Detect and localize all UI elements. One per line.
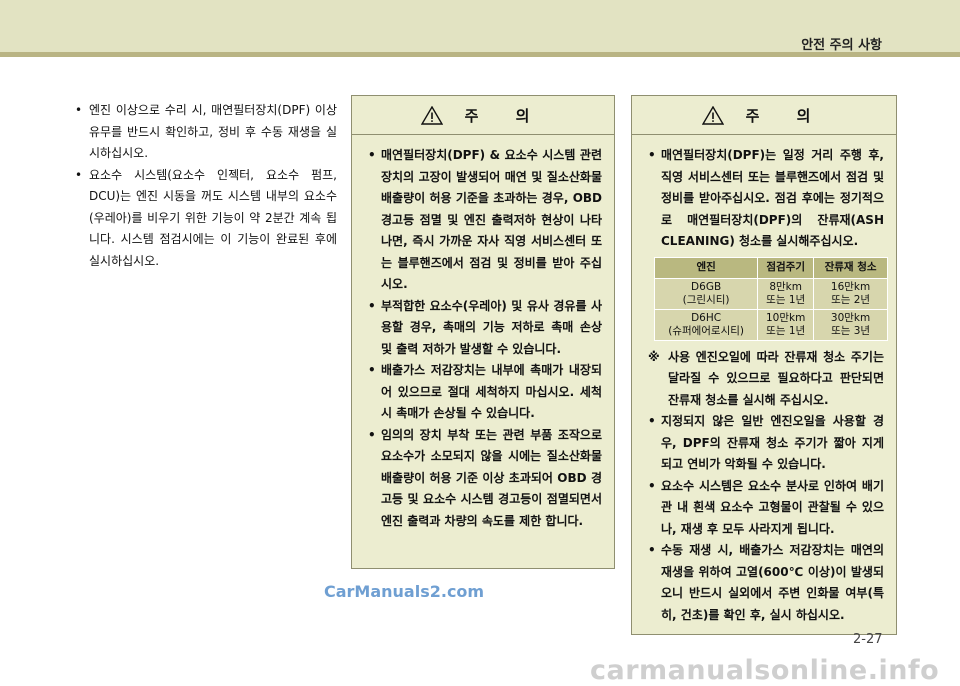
- maintenance-table: 엔진 점검주기 잔류재 청소 D6GB (그린시티) 8만km 또는 1년 16…: [653, 256, 888, 341]
- cell-text: 10만km 또는 1년: [766, 311, 806, 337]
- list-item: 매연필터장치(DPF) & 요소수 시스템 관련 장치의 고장이 발생되어 매연…: [368, 145, 602, 296]
- warning-icon: [701, 105, 724, 125]
- caution-list: 매연필터장치(DPF) & 요소수 시스템 관련 장치의 고장이 발생되어 매연…: [368, 145, 602, 532]
- watermark-link[interactable]: CarManuals2.com: [324, 582, 484, 601]
- caution-title: 주 의: [464, 106, 546, 125]
- list-item: 엔진 이상으로 수리 시, 매연필터장치(DPF) 이상 유무를 반드시 확인하…: [75, 100, 337, 165]
- note-mark: ※: [648, 349, 660, 364]
- list-item: 부적합한 요소수(우레아) 및 유사 경유를 사용할 경우, 촉매의 기능 저하…: [368, 296, 602, 361]
- caution-body: 매연필터장치(DPF) & 요소수 시스템 관련 장치의 고장이 발생되어 매연…: [352, 135, 614, 532]
- cell-text: D6GB (그린시티): [682, 280, 730, 306]
- table-header-row: 엔진 점검주기 잔류재 청소: [653, 256, 888, 279]
- caution-header: 주 의: [632, 96, 896, 135]
- table-header-cell: 엔진: [653, 256, 759, 279]
- header-rule: [0, 52, 960, 57]
- caution-box-right: 주 의 매연필터장치(DPF)는 일정 거리 주행 후, 직영 서비스센터 또는…: [631, 95, 897, 635]
- footnote: ※ 사용 엔진오일에 따라 잔류재 청소 주기는 달라질 수 있으므로 필요하다…: [648, 347, 884, 412]
- list-item: 배출가스 저감장치는 내부에 촉매가 내장되어 있으므로 절대 세척하지 마십시…: [368, 360, 602, 425]
- site-watermark: carmanualsonline.info: [590, 655, 940, 686]
- left-bullet-list: 엔진 이상으로 수리 시, 매연필터장치(DPF) 이상 유무를 반드시 확인하…: [75, 100, 337, 272]
- header-bar: 안전 주의 사항: [0, 0, 960, 53]
- warning-icon: [420, 105, 443, 125]
- caution-body: 매연필터장치(DPF)는 일정 거리 주행 후, 직영 서비스센터 또는 블루핸…: [632, 135, 896, 626]
- cell-text: 8만km 또는 1년: [766, 280, 806, 306]
- list-item: 수동 재생 시, 배출가스 저감장치는 매연의 재생을 위하여 고열(600℃ …: [648, 540, 884, 626]
- table-header-cell: 잔류재 청소: [813, 256, 888, 279]
- table-cell: 16만km 또는 2년: [813, 277, 888, 310]
- table-cell: D6HC (슈퍼에어로시티): [653, 308, 759, 341]
- list-item: 매연필터장치(DPF)는 일정 거리 주행 후, 직영 서비스센터 또는 블루핸…: [648, 145, 884, 253]
- caution-list: 매연필터장치(DPF)는 일정 거리 주행 후, 직영 서비스센터 또는 블루핸…: [648, 145, 884, 253]
- table-cell: 10만km 또는 1년: [757, 308, 815, 341]
- table-header-cell: 점검주기: [757, 256, 815, 279]
- table-cell: 8만km 또는 1년: [757, 277, 815, 310]
- list-item: 요소수 시스템(요소수 인젝터, 요소수 펌프, DCU)는 엔진 시동을 꺼도…: [75, 165, 337, 273]
- list-item: 요소수 시스템은 요소수 분사로 인하여 배기관 내 흰색 요소수 고형물이 관…: [648, 476, 884, 541]
- left-column: 엔진 이상으로 수리 시, 매연필터장치(DPF) 이상 유무를 반드시 확인하…: [75, 100, 337, 272]
- section-title: 안전 주의 사항: [801, 38, 882, 53]
- caution-list: 지정되지 않은 일반 엔진오일을 사용할 경우, DPF의 잔류재 청소 주기가…: [648, 411, 884, 626]
- caution-title: 주 의: [745, 106, 827, 125]
- list-item: 임의의 장치 부착 또는 관련 부품 조작으로 요소수가 소모되지 않을 시에는…: [368, 425, 602, 533]
- table-cell: 30만km 또는 3년: [813, 308, 888, 341]
- cell-text: 16만km 또는 2년: [830, 280, 871, 306]
- table-row: D6GB (그린시티) 8만km 또는 1년 16만km 또는 2년: [653, 277, 888, 310]
- caution-box-middle: 주 의 매연필터장치(DPF) & 요소수 시스템 관련 장치의 고장이 발생되…: [351, 95, 615, 569]
- page-number: 2-27: [853, 632, 883, 647]
- note-text: 사용 엔진오일에 따라 잔류재 청소 주기는 달라질 수 있으므로 필요하다고 …: [668, 349, 884, 407]
- cell-text: 30만km 또는 3년: [830, 311, 871, 337]
- list-item: 지정되지 않은 일반 엔진오일을 사용할 경우, DPF의 잔류재 청소 주기가…: [648, 411, 884, 476]
- table-cell: D6GB (그린시티): [653, 277, 759, 310]
- caution-header: 주 의: [352, 96, 614, 135]
- cell-text: D6HC (슈퍼에어로시티): [668, 311, 745, 337]
- table-row: D6HC (슈퍼에어로시티) 10만km 또는 1년 30만km 또는 3년: [653, 308, 888, 341]
